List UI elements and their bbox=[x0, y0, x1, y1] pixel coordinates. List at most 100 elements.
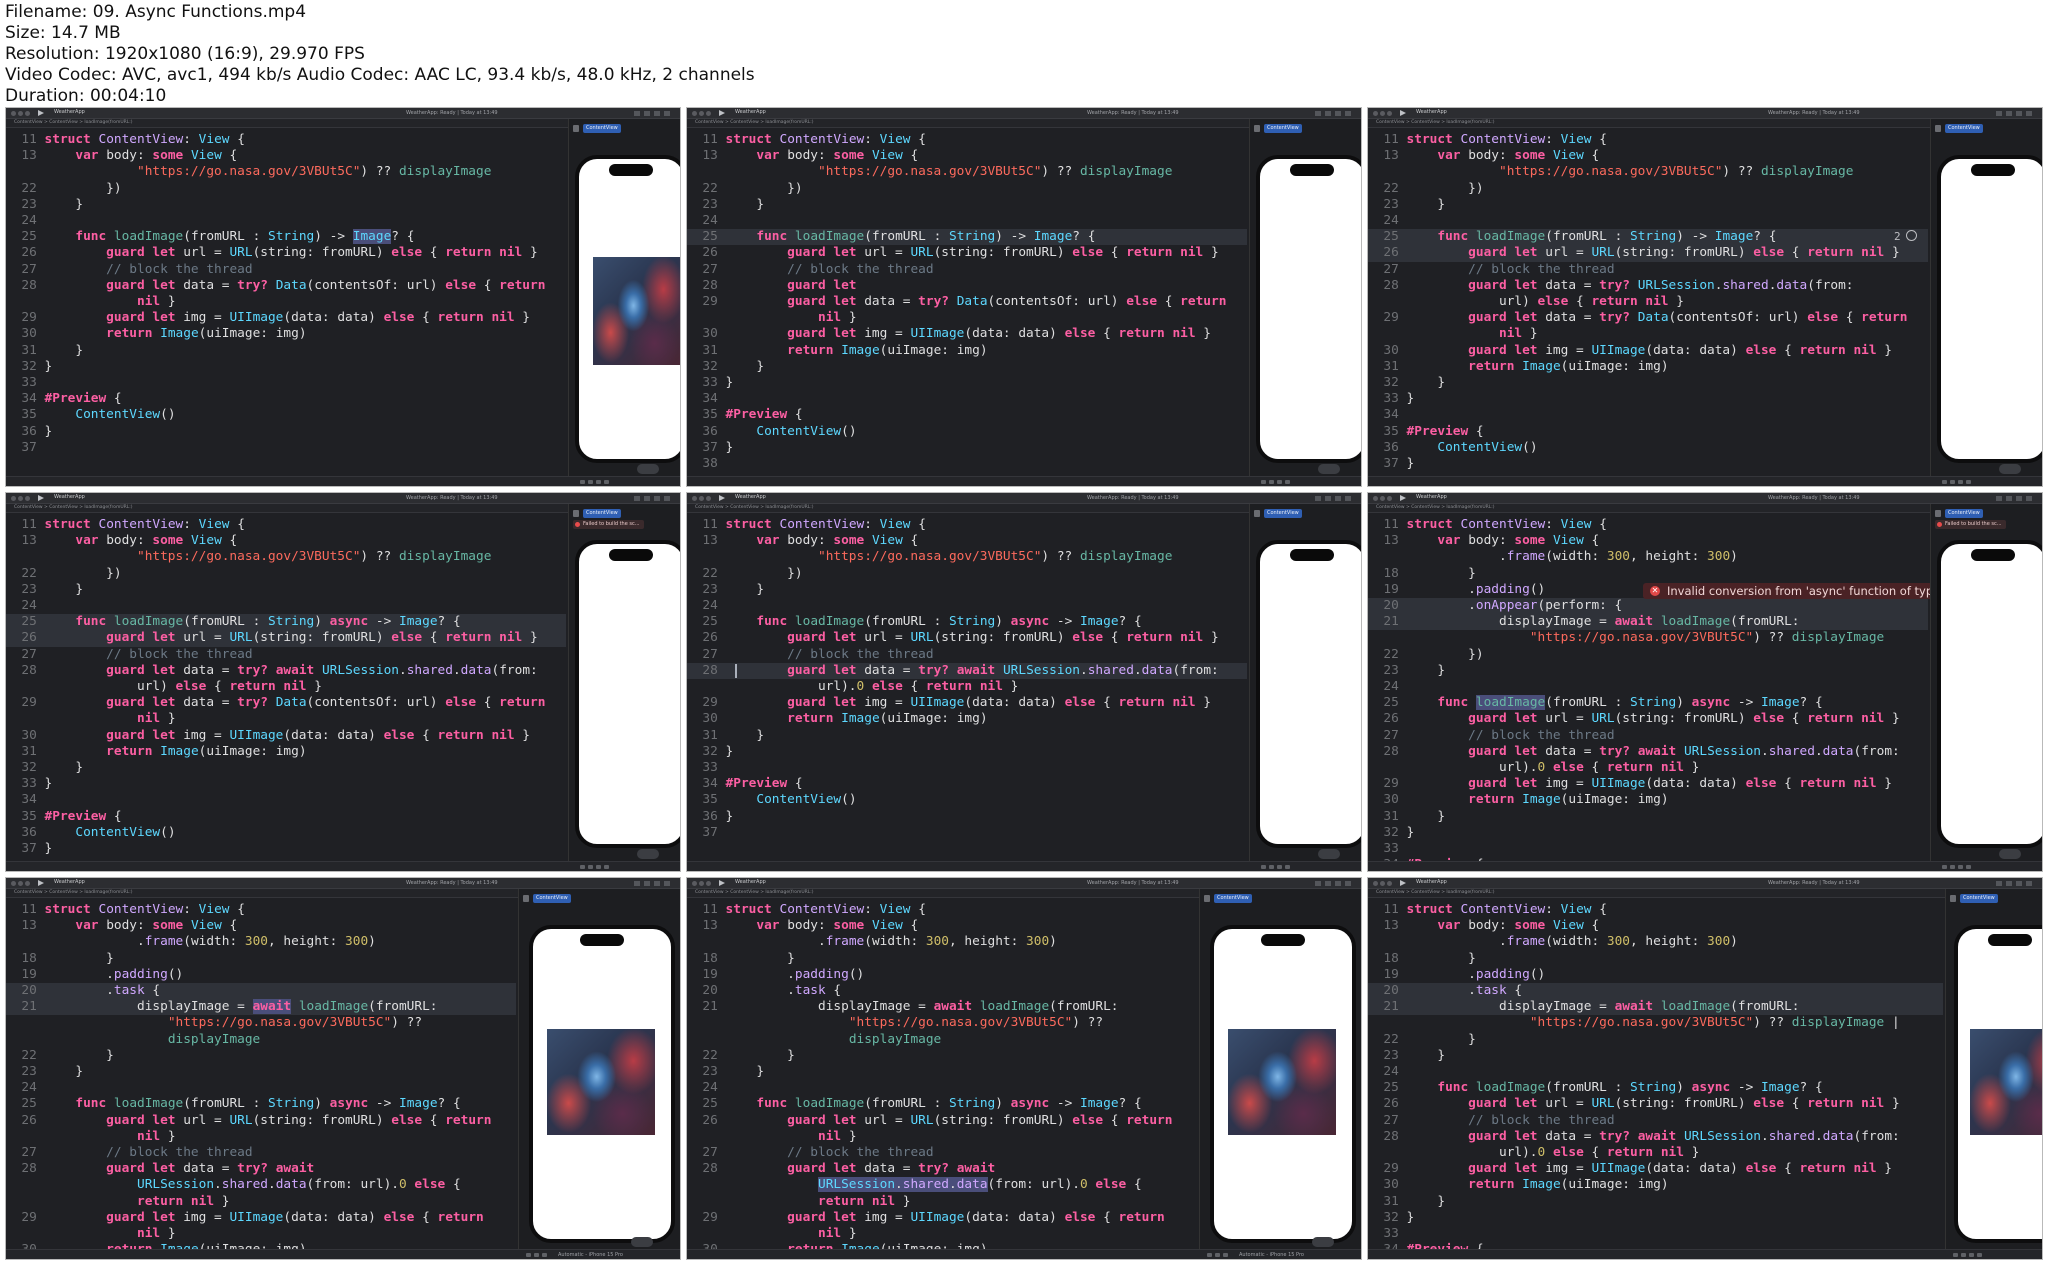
pin-icon[interactable] bbox=[1254, 125, 1260, 132]
file-name: Filename: 09. Async Functions.mp4 bbox=[5, 2, 307, 22]
thumbnail-7[interactable]: WeatherApp WeatherApp: Ready | Today at … bbox=[5, 877, 681, 1260]
file-size: Size: 14.7 MB bbox=[5, 23, 121, 43]
device-selector[interactable]: Automatic - iPhone 15 Pro bbox=[558, 1252, 623, 1258]
thumbnail-4[interactable]: WeatherApp WeatherApp: Ready | Today at … bbox=[5, 492, 681, 872]
toolbar-icons bbox=[634, 881, 674, 886]
run-icon[interactable] bbox=[719, 880, 725, 886]
project-name: WeatherApp bbox=[1416, 494, 1447, 500]
run-icon[interactable] bbox=[1400, 495, 1406, 501]
breadcrumb: ContentView > ContentView > loadImage(fr… bbox=[695, 120, 814, 125]
code-editor[interactable]: 11 struct ContentView: View { 13 var bod… bbox=[6, 132, 566, 486]
build-status: WeatherApp: Ready | Today at 13:49 bbox=[406, 880, 498, 886]
run-icon[interactable] bbox=[1400, 110, 1406, 116]
build-status: WeatherApp: Ready | Today at 13:49 bbox=[1768, 495, 1860, 501]
inline-error-banner[interactable]: ✕ Invalid conversion from 'async' functio… bbox=[1643, 583, 1960, 599]
preview-canvas: ContentView bbox=[1249, 504, 1361, 871]
iphone-preview bbox=[529, 925, 675, 1243]
code-editor[interactable]: 11 struct ContentView: View { 13 var bod… bbox=[1368, 132, 1928, 486]
preview-bottom-bar bbox=[687, 476, 1361, 486]
file-info: Filename: 09. Async Functions.mp4 Size: … bbox=[5, 2, 1105, 107]
pin-icon[interactable] bbox=[523, 895, 529, 902]
thumbnail-1[interactable]: WeatherApp WeatherApp: Ready | Today at … bbox=[5, 107, 681, 487]
code-editor[interactable]: 11 struct ContentView: View { 13 var bod… bbox=[687, 132, 1247, 486]
preview-build-error[interactable]: Failed to build the sc... bbox=[1935, 520, 2006, 529]
run-icon[interactable] bbox=[719, 110, 725, 116]
pin-icon[interactable] bbox=[1204, 895, 1210, 902]
toolbar-icons bbox=[1996, 881, 2036, 886]
run-icon[interactable] bbox=[38, 880, 44, 886]
dynamic-island bbox=[1971, 164, 2015, 176]
pin-icon[interactable] bbox=[1935, 125, 1941, 132]
preview-build-error[interactable]: Failed to build the sc... bbox=[573, 520, 644, 529]
iphone-preview bbox=[1954, 925, 2042, 1243]
nebula-image bbox=[547, 1029, 655, 1135]
run-icon[interactable] bbox=[38, 110, 44, 116]
build-status: WeatherApp: Ready | Today at 13:49 bbox=[406, 495, 498, 501]
preview-tab[interactable]: ContentView bbox=[533, 894, 571, 903]
run-icon[interactable] bbox=[719, 495, 725, 501]
thumbnail-grid: WeatherApp WeatherApp: Ready | Today at … bbox=[5, 107, 2043, 1260]
error-icon: ✕ bbox=[1650, 586, 1660, 596]
iphone-preview bbox=[1210, 925, 1356, 1243]
thumbnail-3[interactable]: WeatherApp WeatherApp: Ready | Today at … bbox=[1367, 107, 2043, 487]
run-icon[interactable] bbox=[38, 495, 44, 501]
project-name: WeatherApp bbox=[54, 879, 85, 885]
toolbar-icons bbox=[1315, 881, 1355, 886]
breadcrumb: ContentView > ContentView > loadImage(fr… bbox=[1376, 505, 1495, 510]
preview-canvas: ContentView Failed to build the sc... bbox=[1930, 504, 2042, 871]
preview-tab[interactable]: ContentView bbox=[1945, 124, 1983, 133]
preview-tab[interactable]: ContentView bbox=[583, 124, 621, 133]
preview-tab[interactable]: ContentView bbox=[1960, 894, 1998, 903]
preview-tab[interactable]: ContentView bbox=[1264, 509, 1302, 518]
pin-icon[interactable] bbox=[1950, 895, 1956, 902]
build-status: WeatherApp: Ready | Today at 13:49 bbox=[1768, 880, 1860, 886]
preview-bottom-bar bbox=[687, 861, 1361, 871]
xcode-toolbar: WeatherApp WeatherApp: Ready | Today at … bbox=[1368, 108, 2042, 119]
breadcrumb: ContentView > ContentView > loadImage(fr… bbox=[1376, 890, 1495, 895]
iphone-preview bbox=[1256, 540, 1361, 848]
code-editor[interactable]: 11 struct ContentView: View { 13 var bod… bbox=[687, 902, 1197, 1259]
preview-canvas: ContentView bbox=[518, 889, 680, 1259]
thumbnail-8[interactable]: WeatherApp WeatherApp: Ready | Today at … bbox=[686, 877, 1362, 1260]
dynamic-island bbox=[609, 164, 653, 176]
project-name: WeatherApp bbox=[735, 494, 766, 500]
device-selector[interactable]: Automatic - iPhone 15 Pro bbox=[1239, 1252, 1304, 1258]
thumbnail-5[interactable]: WeatherApp WeatherApp: Ready | Today at … bbox=[686, 492, 1362, 872]
build-status: WeatherApp: Ready | Today at 13:49 bbox=[1087, 495, 1179, 501]
run-icon[interactable] bbox=[1400, 880, 1406, 886]
preview-tab[interactable]: ContentView bbox=[583, 509, 621, 518]
code-editor[interactable]: 11 struct ContentView: View { 13 var bod… bbox=[6, 902, 516, 1259]
dynamic-island bbox=[1290, 549, 1334, 561]
code-editor[interactable]: 11 struct ContentView: View { 13 var bod… bbox=[1368, 517, 1960, 871]
preview-bottom-bar bbox=[1368, 861, 2042, 871]
code-editor[interactable]: 11 struct ContentView: View { 13 var bod… bbox=[1368, 902, 1943, 1259]
preview-tab[interactable]: ContentView bbox=[1264, 124, 1302, 133]
build-status: WeatherApp: Ready | Today at 13:49 bbox=[1768, 110, 1860, 116]
thumbnail-6[interactable]: WeatherApp WeatherApp: Ready | Today at … bbox=[1367, 492, 2043, 872]
code-editor[interactable]: 11 struct ContentView: View { 13 var bod… bbox=[6, 517, 566, 871]
project-name: WeatherApp bbox=[54, 109, 85, 115]
iphone-preview bbox=[575, 155, 680, 463]
preview-tab[interactable]: ContentView bbox=[1214, 894, 1252, 903]
thumbnail-9[interactable]: WeatherApp WeatherApp: Ready | Today at … bbox=[1367, 877, 2043, 1260]
dynamic-island bbox=[1971, 549, 2015, 561]
project-name: WeatherApp bbox=[1416, 879, 1447, 885]
preview-bottom-bar: Automatic - iPhone 15 Pro bbox=[687, 1249, 1361, 1259]
breadcrumb: ContentView > ContentView > loadImage(fr… bbox=[1376, 120, 1495, 125]
toolbar-icons bbox=[634, 496, 674, 501]
build-status: WeatherApp: Ready | Today at 13:49 bbox=[1087, 110, 1179, 116]
pin-icon[interactable] bbox=[573, 510, 579, 517]
preview-canvas: ContentView bbox=[568, 119, 680, 486]
pin-icon[interactable] bbox=[1935, 510, 1941, 517]
breadcrumb: ContentView > ContentView > loadImage(fr… bbox=[14, 505, 133, 510]
pin-icon[interactable] bbox=[1254, 510, 1260, 517]
pin-icon[interactable] bbox=[573, 125, 579, 132]
thumbnail-2[interactable]: WeatherApp WeatherApp: Ready | Today at … bbox=[686, 107, 1362, 487]
preview-canvas: ContentView bbox=[1930, 119, 2042, 486]
warning-count-badge[interactable]: 2 bbox=[1894, 230, 1917, 243]
code-editor[interactable]: 11 struct ContentView: View { 13 var bod… bbox=[687, 517, 1247, 871]
preview-tab[interactable]: ContentView bbox=[1945, 509, 1983, 518]
preview-canvas: ContentView bbox=[1199, 889, 1361, 1259]
breadcrumb: ContentView > ContentView > loadImage(fr… bbox=[14, 120, 133, 125]
nebula-image bbox=[1228, 1029, 1336, 1135]
